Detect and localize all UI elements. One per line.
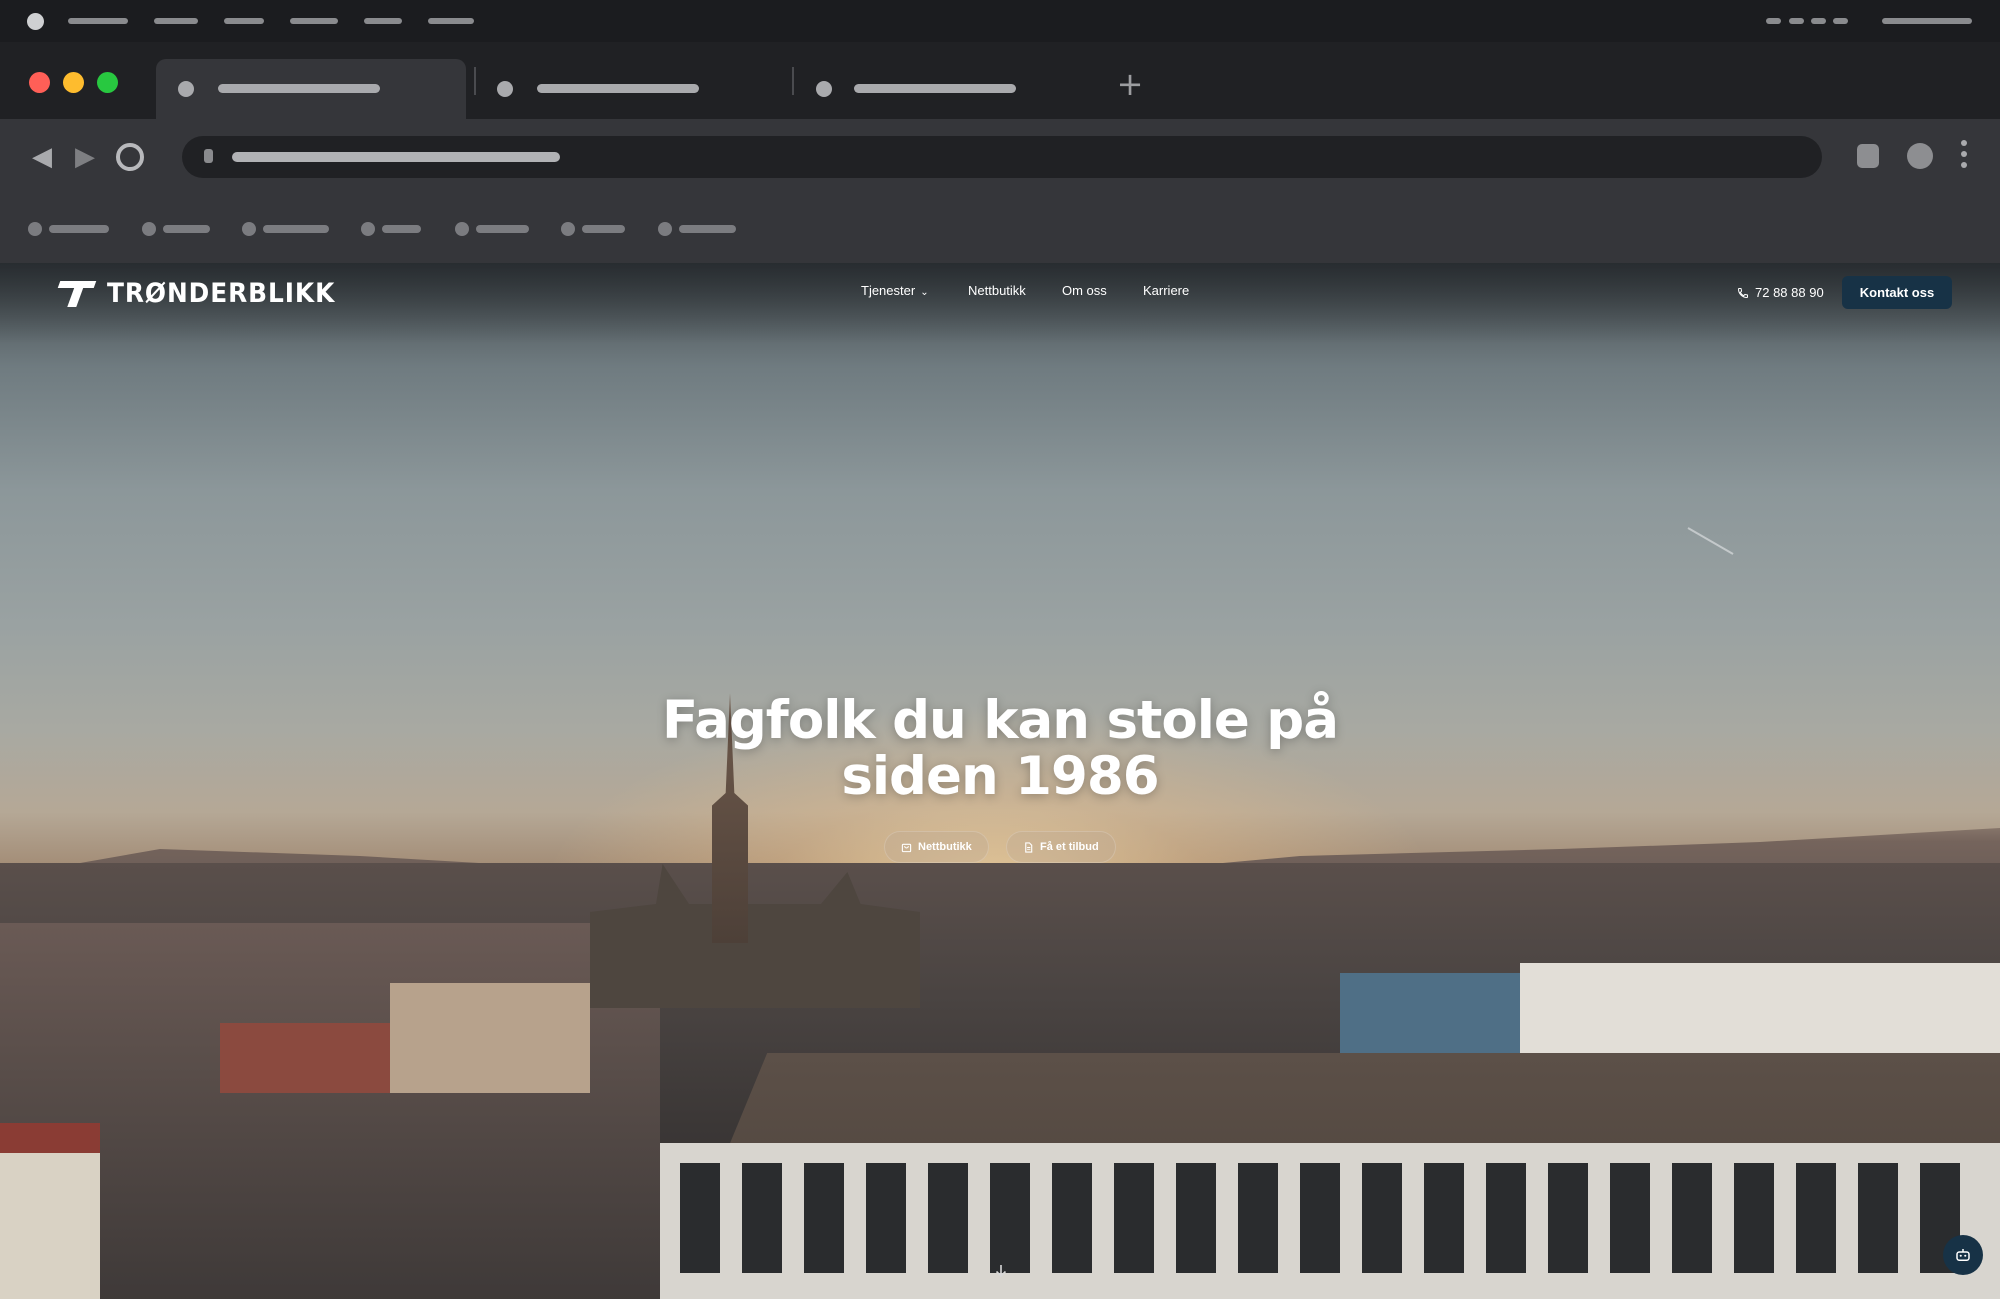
webshop-button[interactable]: Nettbutikk xyxy=(884,831,989,863)
phone-link[interactable]: 72 88 88 90 xyxy=(1737,285,1824,300)
window-zoom-button[interactable] xyxy=(97,72,118,93)
nav-item-label: Tjenester xyxy=(861,283,916,298)
webshop-button-label: Nettbutikk xyxy=(918,841,972,853)
nav-item-karriere[interactable]: Karriere xyxy=(1143,283,1189,298)
chat-bot-icon xyxy=(1956,1249,1970,1261)
bookmark-favicon-icon xyxy=(455,222,469,236)
bookmark-favicon-icon xyxy=(658,222,672,236)
tab-favicon-icon xyxy=(178,81,194,97)
arrow-down-icon[interactable] xyxy=(993,1263,1009,1279)
hero-background-building xyxy=(390,983,590,1093)
contact-button[interactable]: Kontakt oss xyxy=(1842,276,1952,309)
nav-item-tjenester[interactable]: Tjenester ⌄ xyxy=(861,283,929,298)
get-quote-button[interactable]: Få et tilbud xyxy=(1006,831,1116,863)
bookmark-label xyxy=(382,225,421,233)
hero-title-line1: Fagfolk du kan stole på xyxy=(661,690,1339,751)
new-tab-button[interactable]: + xyxy=(1116,68,1144,100)
address-bar[interactable] xyxy=(182,136,1822,178)
menu-item[interactable] xyxy=(154,18,198,24)
hero-title: Fagfolk du kan stole på siden 1986 xyxy=(500,693,1500,805)
bookmark-favicon-icon xyxy=(561,222,575,236)
hero-background-contrail xyxy=(1687,527,1734,555)
document-icon xyxy=(1025,841,1033,853)
logo-text: TRØNDERBLIKK xyxy=(107,277,336,309)
phone-number: 72 88 88 90 xyxy=(1755,285,1824,300)
window-minimize-button[interactable] xyxy=(63,72,84,93)
bookmark-label xyxy=(476,225,529,233)
tab-favicon-icon xyxy=(497,81,513,97)
menu-item[interactable] xyxy=(68,18,128,24)
status-icon[interactable] xyxy=(1811,18,1826,24)
tab-title xyxy=(537,84,699,93)
tab-favicon-icon xyxy=(816,81,832,97)
bookmark-label xyxy=(163,225,210,233)
forward-button[interactable]: ▶ xyxy=(71,143,99,171)
url-text xyxy=(232,152,560,162)
kebab-menu-icon[interactable] xyxy=(1961,140,1967,174)
phone-icon xyxy=(1737,287,1748,298)
window-close-button[interactable] xyxy=(29,72,50,93)
apple-menu-icon[interactable] xyxy=(27,13,44,30)
reload-button[interactable] xyxy=(116,143,144,171)
status-icon[interactable] xyxy=(1766,18,1781,24)
nav-item-nettbutikk[interactable]: Nettbutikk xyxy=(968,283,1026,298)
logo-mark-icon xyxy=(55,279,97,307)
tab-title xyxy=(218,84,380,93)
bookmark-favicon-icon xyxy=(361,222,375,236)
hero-title-line2: siden 1986 xyxy=(841,746,1159,807)
bookmark-favicon-icon xyxy=(142,222,156,236)
page-viewport: TRØNDERBLIKK Tjenester ⌄ Nettbutikk Om os… xyxy=(0,263,2000,1299)
bookmark-label xyxy=(263,225,329,233)
hero-background-windows xyxy=(680,1163,1980,1273)
nav-item-om-oss[interactable]: Om oss xyxy=(1062,283,1107,298)
chevron-down-icon: ⌄ xyxy=(920,287,929,298)
extension-icon[interactable] xyxy=(1857,144,1879,168)
bookmark-label xyxy=(49,225,109,233)
bookmark-label xyxy=(582,225,625,233)
site-logo[interactable]: TRØNDERBLIKK xyxy=(55,277,355,309)
menu-item[interactable] xyxy=(428,18,474,24)
menu-item[interactable] xyxy=(364,18,402,24)
tab-title xyxy=(854,84,1016,93)
browser-tab[interactable] xyxy=(792,59,1108,119)
bookmark-favicon-icon xyxy=(28,222,42,236)
back-button[interactable]: ◀ xyxy=(28,143,56,171)
get-quote-button-label: Få et tilbud xyxy=(1040,841,1099,853)
status-icon[interactable] xyxy=(1833,18,1848,24)
clock[interactable] xyxy=(1882,18,1972,24)
hero-background-building xyxy=(0,1153,100,1299)
hero-background-building xyxy=(1340,973,1520,1063)
status-icon[interactable] xyxy=(1789,18,1804,24)
menu-item[interactable] xyxy=(224,18,264,24)
browser-tab-active[interactable] xyxy=(156,59,466,119)
profile-icon[interactable] xyxy=(1907,143,1933,169)
chat-bot-button[interactable] xyxy=(1943,1235,1983,1275)
hero-background-building xyxy=(220,1023,400,1093)
os-menu-bar xyxy=(0,0,2000,42)
bookmark-label xyxy=(679,225,736,233)
browser-tab[interactable] xyxy=(474,59,790,119)
lock-icon xyxy=(204,149,213,163)
menu-item[interactable] xyxy=(290,18,338,24)
cart-icon xyxy=(901,843,912,852)
bookmark-favicon-icon xyxy=(242,222,256,236)
